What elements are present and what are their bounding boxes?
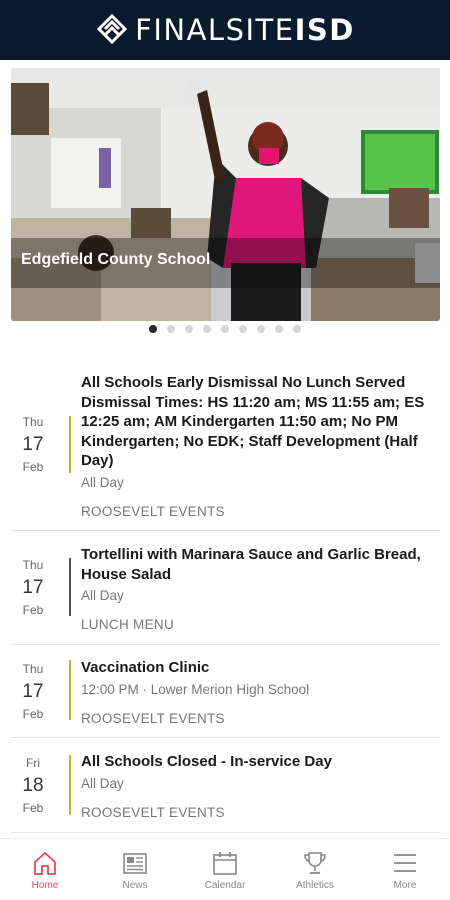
- event-title: Vaccination Clinic: [81, 659, 210, 676]
- event-day: 17: [22, 681, 44, 702]
- event-date: Thu 17 Feb: [11, 662, 55, 721]
- event-category: LUNCH MENU: [81, 617, 175, 632]
- pagination-dot[interactable]: [221, 325, 229, 333]
- event-title: Tortellini with Marinara Sauce and Garli…: [81, 546, 421, 583]
- tab-home-label: Home: [31, 880, 59, 891]
- pagination-dot[interactable]: [257, 325, 265, 333]
- bottom-tab-bar: Home News Calendar Athletics More: [0, 838, 450, 900]
- slideshow-pagination: [0, 325, 450, 335]
- newspaper-icon: [123, 853, 147, 874]
- event-content: Tortellini with Marinara Sauce and Garli…: [81, 545, 441, 632]
- event-time: All Day: [81, 775, 124, 791]
- event-content: All Schools Early Dismissal No Lunch Ser…: [81, 373, 441, 519]
- pagination-dot[interactable]: [149, 325, 157, 333]
- event-time: All Day: [81, 588, 124, 603]
- event-item[interactable]: Fri 18 Feb All Schools Closed - In-servi…: [11, 738, 440, 833]
- event-category: ROOSEVELT EVENTS: [81, 804, 225, 820]
- event-month: Feb: [22, 707, 44, 721]
- events-list: Thu 17 Feb All Schools Early Dismissal N…: [11, 358, 440, 833]
- hero-slideshow[interactable]: Edgefield County School: [11, 68, 440, 321]
- menu-icon: [394, 854, 416, 872]
- event-content: All Schools Closed - In-service Day All …: [81, 752, 441, 820]
- event-weekday: Fri: [26, 756, 40, 770]
- event-time: 12:00 PM · Lower Merion High School: [81, 681, 310, 697]
- pagination-dot[interactable]: [239, 325, 247, 333]
- finalsite-logo-icon: [97, 13, 128, 45]
- tab-more-label: More: [393, 880, 417, 891]
- app-header: FINALSITEISD: [0, 0, 450, 60]
- pagination-dot[interactable]: [203, 325, 211, 333]
- event-weekday: Thu: [22, 662, 44, 676]
- pagination-dot[interactable]: [167, 325, 175, 333]
- tab-home[interactable]: Home: [0, 839, 90, 900]
- event-item[interactable]: Thu 17 Feb All Schools Early Dismissal N…: [11, 358, 440, 531]
- event-month: Feb: [22, 603, 44, 617]
- event-time: All Day: [81, 474, 124, 490]
- home-icon: [34, 852, 56, 875]
- event-color-bar: [69, 558, 71, 616]
- event-day: 17: [22, 577, 44, 598]
- tab-athletics-label: Athletics: [296, 880, 334, 891]
- event-day: 18: [22, 775, 44, 796]
- event-item[interactable]: Thu 17 Feb Tortellini with Marinara Sauc…: [11, 531, 440, 645]
- event-content: Vaccination Clinic 12:00 PM · Lower Meri…: [81, 658, 441, 726]
- slide-caption: Edgefield County School: [21, 251, 211, 268]
- tab-news[interactable]: News: [90, 839, 180, 900]
- trophy-icon: [304, 852, 326, 874]
- event-weekday: Thu: [22, 415, 44, 429]
- tab-calendar[interactable]: Calendar: [180, 839, 270, 900]
- event-item[interactable]: Thu 17 Feb Vaccination Clinic 12:00 PM ·…: [11, 645, 440, 738]
- event-title: All Schools Closed - In-service Day: [81, 753, 332, 770]
- tab-news-label: News: [122, 880, 148, 891]
- brand-logo[interactable]: FINALSITEISD: [95, 13, 355, 47]
- pagination-dot[interactable]: [185, 325, 193, 333]
- event-color-bar: [69, 660, 71, 720]
- event-weekday: Thu: [22, 558, 44, 572]
- event-category: ROOSEVELT EVENTS: [81, 503, 225, 519]
- tab-athletics[interactable]: Athletics: [270, 839, 360, 900]
- event-month: Feb: [22, 801, 44, 815]
- event-date: Thu 17 Feb: [11, 558, 55, 617]
- event-month: Feb: [22, 460, 44, 474]
- brand-name: FINALSITEISD: [135, 13, 355, 47]
- event-color-bar: [69, 755, 71, 815]
- tab-more[interactable]: More: [360, 839, 450, 900]
- event-day: 17: [22, 434, 44, 455]
- tab-calendar-label: Calendar: [204, 880, 246, 891]
- event-category: ROOSEVELT EVENTS: [81, 710, 225, 726]
- event-color-bar: [69, 416, 71, 473]
- event-date: Thu 17 Feb: [11, 415, 55, 474]
- pagination-dot[interactable]: [293, 325, 301, 333]
- calendar-icon: [213, 852, 237, 875]
- event-title: All Schools Early Dismissal No Lunch Ser…: [81, 374, 425, 469]
- pagination-dot[interactable]: [275, 325, 283, 333]
- event-date: Fri 18 Feb: [11, 756, 55, 815]
